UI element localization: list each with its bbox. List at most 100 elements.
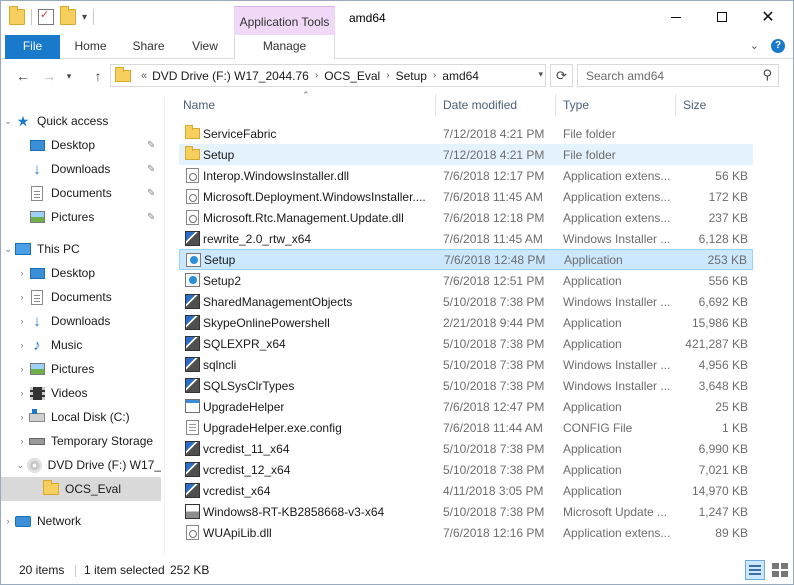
file-date: 7/6/2018 11:45 AM — [443, 231, 543, 246]
details-view-button[interactable] — [745, 560, 765, 580]
tab-share[interactable]: Share — [121, 35, 176, 59]
table-row[interactable]: Microsoft.Rtc.Management.Update.dll 7/6/… — [179, 207, 753, 228]
expand-ribbon-icon[interactable]: ⌄ — [750, 39, 759, 53]
column-separator[interactable] — [555, 94, 556, 116]
breadcrumb-dvd-drive[interactable]: DVD Drive (F:) W17_2044.76 — [152, 69, 309, 83]
table-row[interactable]: SQLSysClrTypes 5/10/2018 7:38 PM Windows… — [179, 375, 753, 396]
table-row-selected[interactable]: Setup 7/6/2018 12:48 PM Application 253 … — [179, 249, 753, 270]
column-size[interactable]: Size — [683, 98, 706, 112]
table-row[interactable]: Setup2 7/6/2018 12:51 PM Application 556… — [179, 270, 753, 291]
tab-view[interactable]: View — [179, 35, 231, 59]
nav-item-quick-downloads[interactable]: ↓ Downloads ✎ — [1, 157, 161, 181]
nav-item-documents[interactable]: › Documents — [1, 285, 161, 309]
folder-icon — [43, 480, 59, 497]
table-row[interactable]: Microsoft.Deployment.WindowsInstaller...… — [179, 186, 753, 207]
breadcrumb-setup[interactable]: Setup — [396, 69, 427, 83]
chevron-right-icon[interactable]: › — [15, 292, 29, 302]
table-row[interactable]: ServiceFabric 7/12/2018 4:21 PM File fol… — [179, 123, 753, 144]
title-bar: ▾ Application Tools amd64 ✕ — [1, 1, 793, 35]
installer-icon — [184, 461, 200, 477]
table-row[interactable]: UpgradeHelper 7/6/2018 12:47 PM Applicat… — [179, 396, 753, 417]
chevron-right-icon[interactable]: › — [15, 316, 29, 326]
large-icons-view-button[interactable] — [769, 560, 789, 580]
table-row[interactable]: Interop.WindowsInstaller.dll 7/6/2018 12… — [179, 165, 753, 186]
nav-item-this-pc[interactable]: ⌄ This PC — [1, 237, 161, 261]
table-row[interactable]: vcredist_12_x64 5/10/2018 7:38 PM Applic… — [179, 459, 753, 480]
address-history-icon[interactable]: ▾ — [538, 69, 543, 80]
table-row[interactable]: SQLEXPR_x64 5/10/2018 7:38 PM Applicatio… — [179, 333, 753, 354]
pin-icon[interactable]: ✎ — [147, 140, 155, 151]
breadcrumb-amd64[interactable]: amd64 — [442, 69, 479, 83]
table-row[interactable]: rewrite_2.0_rtw_x64 7/6/2018 11:45 AM Wi… — [179, 228, 753, 249]
chevron-down-icon[interactable]: ⌄ — [1, 116, 15, 127]
table-row[interactable]: sqlncli 5/10/2018 7:38 PM Windows Instal… — [179, 354, 753, 375]
desktop-icon — [29, 265, 45, 281]
tab-home[interactable]: Home — [63, 35, 118, 59]
table-row[interactable]: Windows8-RT-KB2858668-v3-x64 5/10/2018 7… — [179, 501, 753, 522]
table-row[interactable]: Setup 7/12/2018 4:21 PM File folder — [179, 144, 753, 165]
file-type: Application extens... — [563, 189, 671, 204]
nav-item-ocs-eval[interactable]: OCS_Eval — [1, 477, 161, 501]
chevron-right-icon[interactable]: › — [15, 388, 29, 398]
nav-item-downloads[interactable]: › ↓ Downloads — [1, 309, 161, 333]
nav-item-quick-documents[interactable]: Documents ✎ — [1, 181, 161, 205]
nav-item-videos[interactable]: › Videos — [1, 381, 161, 405]
tab-file[interactable]: File — [5, 35, 60, 59]
chevron-right-icon[interactable]: › — [15, 340, 29, 350]
column-type[interactable]: Type — [563, 98, 589, 112]
folder-icon[interactable] — [9, 6, 25, 25]
address-bar[interactable]: « DVD Drive (F:) W17_2044.76 › OCS_Eval … — [110, 64, 546, 87]
table-row[interactable]: vcredist_11_x64 5/10/2018 7:38 PM Applic… — [179, 438, 753, 459]
help-icon[interactable]: ? — [771, 39, 785, 53]
chevron-right-icon[interactable]: › — [315, 70, 318, 81]
table-row[interactable]: WUApiLib.dll 7/6/2018 12:16 PM Applicati… — [179, 522, 753, 543]
forward-button[interactable]: → — [39, 66, 59, 86]
chevron-right-icon[interactable]: › — [433, 70, 436, 81]
nav-item-network[interactable]: › Network — [1, 509, 161, 533]
nav-item-dvd-drive[interactable]: ⌄ DVD Drive (F:) W17_ — [1, 453, 161, 477]
close-button[interactable]: ✕ — [745, 1, 791, 33]
back-button[interactable]: ← — [13, 66, 33, 86]
new-folder-icon[interactable] — [60, 6, 76, 25]
chevron-down-icon[interactable]: ⌄ — [14, 460, 27, 471]
chevron-right-icon[interactable]: › — [1, 516, 15, 526]
chevron-right-icon[interactable]: › — [15, 268, 29, 278]
pin-icon[interactable]: ✎ — [147, 188, 155, 199]
pin-icon[interactable]: ✎ — [147, 212, 155, 223]
search-input[interactable]: Search amd64 ⚲ — [577, 64, 779, 87]
column-headers: ⌃ Name Date modified Type Size — [165, 90, 793, 118]
column-name[interactable]: Name — [183, 98, 215, 112]
nav-item-quick-pictures[interactable]: Pictures ✎ — [1, 205, 161, 229]
column-separator[interactable] — [435, 94, 436, 116]
chevron-right-icon[interactable]: › — [15, 364, 29, 374]
breadcrumb-overflow[interactable]: « — [141, 70, 147, 82]
nav-item-temporary-storage[interactable]: › Temporary Storage — [1, 429, 161, 453]
table-row[interactable]: vcredist_x64 4/11/2018 3:05 PM Applicati… — [179, 480, 753, 501]
nav-item-quick-access[interactable]: ⌄ ★ Quick access — [1, 109, 161, 133]
nav-item-quick-desktop[interactable]: Desktop ✎ — [1, 133, 161, 157]
nav-item-desktop[interactable]: › Desktop — [1, 261, 161, 285]
pin-icon[interactable]: ✎ — [147, 164, 155, 175]
column-separator[interactable] — [675, 94, 676, 116]
chevron-right-icon[interactable]: › — [15, 436, 29, 446]
column-date-modified[interactable]: Date modified — [443, 98, 517, 112]
breadcrumb-ocs-eval[interactable]: OCS_Eval — [324, 69, 380, 83]
maximize-button[interactable] — [699, 1, 745, 33]
refresh-button[interactable]: ⟳ — [550, 64, 573, 87]
chevron-right-icon[interactable]: › — [386, 70, 389, 81]
table-row[interactable]: SkypeOnlinePowershell 2/21/2018 9:44 PM … — [179, 312, 753, 333]
chevron-down-icon[interactable]: ⌄ — [1, 244, 15, 255]
recent-locations-button[interactable]: ▾ — [63, 66, 75, 86]
table-row[interactable]: SharedManagementObjects 5/10/2018 7:38 P… — [179, 291, 753, 312]
tab-manage[interactable]: Manage — [234, 35, 335, 59]
table-row[interactable]: UpgradeHelper.exe.config 7/6/2018 11:44 … — [179, 417, 753, 438]
file-date: 7/6/2018 12:18 PM — [443, 210, 545, 225]
minimize-button[interactable] — [653, 1, 699, 33]
nav-item-pictures[interactable]: › Pictures — [1, 357, 161, 381]
customize-toolbar-icon[interactable]: ▾ — [82, 12, 87, 23]
nav-item-music[interactable]: › ♪ Music — [1, 333, 161, 357]
nav-item-local-disk[interactable]: › Local Disk (C:) — [1, 405, 161, 429]
properties-icon[interactable] — [38, 8, 54, 25]
up-button[interactable]: ↑ — [88, 66, 108, 86]
chevron-right-icon[interactable]: › — [15, 412, 29, 422]
